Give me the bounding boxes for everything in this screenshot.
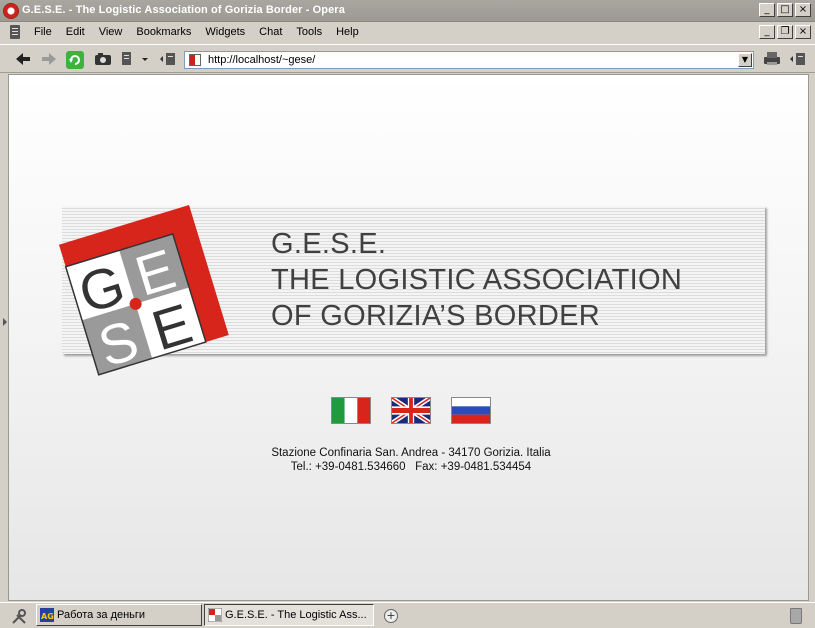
menu-chat[interactable]: Chat <box>259 26 282 38</box>
page-title: G.E.S.E. THE LOGISTIC ASSOCIATION OF GOR… <box>271 226 682 334</box>
tab-rabota[interactable]: AG Работа за деньги <box>36 604 202 626</box>
site-favicon-icon <box>189 54 201 66</box>
page-viewport: G E S E G.E.S.E. THE LOGISTIC ASSOCIATIO… <box>8 74 809 601</box>
menu-widgets[interactable]: Widgets <box>205 26 245 38</box>
gese-logo: G E S E <box>51 195 235 380</box>
tab-label: G.E.S.E. - The Logistic Ass... <box>225 609 367 621</box>
doc-minimize-button[interactable]: _ <box>759 25 775 39</box>
russia-flag[interactable] <box>451 397 491 424</box>
address-bar[interactable]: http://localhost/~gese/ ▼ <box>184 51 754 69</box>
menu-tools[interactable]: Tools <box>296 26 322 38</box>
close-button[interactable]: × <box>795 3 811 17</box>
italy-flag[interactable] <box>331 397 371 424</box>
uk-flag[interactable] <box>391 397 431 424</box>
side-panel-toggle-icon[interactable] <box>3 318 7 326</box>
menu-items: File Edit View Bookmarks Widgets Chat To… <box>34 26 373 38</box>
back-icon[interactable] <box>14 51 32 67</box>
navigation-toolbar: http://localhost/~gese/ ▼ <box>0 44 815 73</box>
site-favicon-icon: AG <box>40 608 54 622</box>
contact-info: Stazione Confinaria San. Andrea - 34170 … <box>209 446 613 474</box>
menu-bar: File Edit View Bookmarks Widgets Chat To… <box>0 22 815 43</box>
dropdown-icon[interactable] <box>140 51 158 67</box>
headline-line-3: OF GORIZIA’S BORDER <box>271 300 601 332</box>
site-favicon-icon <box>207 607 223 623</box>
headline-line-1: G.E.S.E. <box>271 228 387 260</box>
address-dropdown-button[interactable]: ▼ <box>738 53 752 67</box>
document-menu-icon[interactable] <box>10 25 20 39</box>
new-tab-button[interactable]: + <box>384 609 398 623</box>
window-title-bar: G.E.S.E. - The Logistic Association of G… <box>0 0 815 22</box>
contact-address: Stazione Confinaria San. Andrea - 34170 … <box>271 447 551 459</box>
panel-icon[interactable] <box>158 51 176 67</box>
document-controls: _ ❐ × <box>759 25 811 39</box>
forward-icon[interactable] <box>40 51 58 67</box>
headline-line-2: THE LOGISTIC ASSOCIATION <box>271 264 683 296</box>
language-flags <box>331 397 491 424</box>
menu-view[interactable]: View <box>99 26 123 38</box>
doc-close-button[interactable]: × <box>795 25 811 39</box>
contact-phone-fax: Tel.: +39-0481.534660 Fax: +39-0481.5344… <box>290 461 532 473</box>
print-icon[interactable] <box>762 51 780 67</box>
menu-edit[interactable]: Edit <box>66 26 85 38</box>
window-controls: _ □ × <box>759 3 811 17</box>
reload-icon[interactable] <box>66 51 84 69</box>
tools-icon[interactable] <box>11 609 27 625</box>
maximize-button[interactable]: □ <box>777 3 793 17</box>
minimize-button[interactable]: _ <box>759 3 775 17</box>
opera-logo-icon <box>3 3 19 19</box>
menu-file[interactable]: File <box>34 26 52 38</box>
menu-bookmarks[interactable]: Bookmarks <box>136 26 191 38</box>
snapshot-icon[interactable] <box>94 51 112 67</box>
panel-right-icon[interactable] <box>788 51 806 67</box>
address-url[interactable]: http://localhost/~gese/ <box>208 54 315 66</box>
status-bar: AG Работа за деньги G.E.S.E. - The Logis… <box>0 602 815 628</box>
menu-help[interactable]: Help <box>336 26 359 38</box>
doc-restore-button[interactable]: ❐ <box>777 25 793 39</box>
tab-label: Работа за деньги <box>57 609 146 621</box>
trash-icon[interactable] <box>790 608 802 624</box>
svg-text:AG: AG <box>41 612 54 621</box>
window-title: G.E.S.E. - The Logistic Association of G… <box>22 4 345 16</box>
tab-gese[interactable]: G.E.S.E. - The Logistic Ass... <box>204 604 374 626</box>
page-icon[interactable] <box>120 51 138 67</box>
